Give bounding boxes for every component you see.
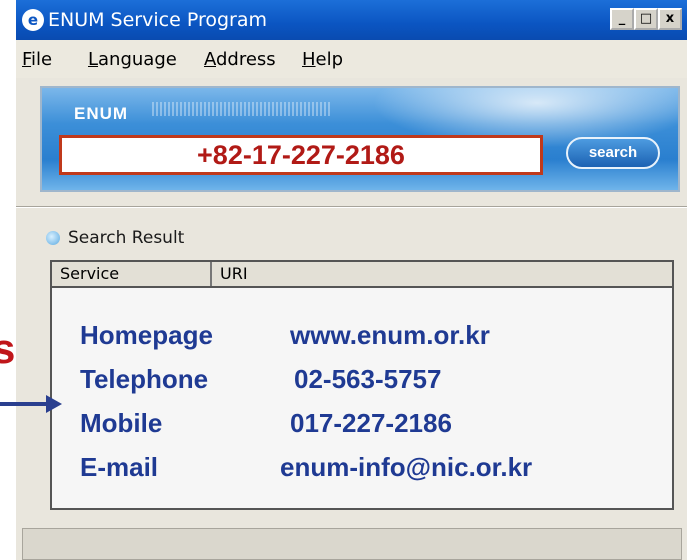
- result-list-header: Service URI: [50, 260, 674, 288]
- service-uri: www.enum.or.kr: [290, 320, 490, 350]
- search-result-title: Search Result: [46, 228, 184, 248]
- title-bar[interactable]: e ENUM Service Program _ □ x: [16, 0, 687, 40]
- list-item[interactable]: Telephone 02-563-5757: [80, 364, 441, 395]
- result-list[interactable]: Homepage www.enum.or.kr Telephone 02-563…: [50, 288, 674, 510]
- column-header-service[interactable]: Service: [52, 262, 212, 286]
- service-uri: 017-227-2186: [290, 408, 452, 438]
- search-banner: ENUM +82-17-227-2186 search: [40, 86, 680, 192]
- service-uri: 02-563-5757: [294, 364, 442, 394]
- menu-language[interactable]: Language: [88, 49, 177, 70]
- menu-file[interactable]: File: [22, 49, 52, 70]
- minimize-button[interactable]: _: [610, 8, 634, 30]
- search-button[interactable]: search: [566, 137, 660, 169]
- list-item[interactable]: E-mail enum-info@nic.or.kr: [80, 452, 532, 483]
- column-header-uri[interactable]: URI: [220, 262, 248, 283]
- service-name: Homepage: [80, 320, 213, 350]
- list-item[interactable]: Homepage www.enum.or.kr: [80, 320, 490, 351]
- maximize-button[interactable]: □: [634, 8, 658, 30]
- enum-label: ENUM: [74, 104, 129, 123]
- menu-bar: File Language Address Help: [16, 40, 687, 78]
- arrow-right-icon: [0, 395, 62, 413]
- status-bar: [22, 528, 682, 560]
- close-button[interactable]: x: [658, 8, 682, 30]
- menu-help[interactable]: Help: [302, 49, 343, 70]
- app-icon: e: [22, 9, 44, 31]
- bullet-icon: [46, 231, 60, 245]
- enum-service-window: e ENUM Service Program _ □ x File Langua…: [14, 0, 687, 560]
- service-name: Telephone: [80, 364, 209, 394]
- window-title: ENUM Service Program: [48, 9, 267, 31]
- divider: [16, 206, 687, 208]
- list-item[interactable]: Mobile 017-227-2186: [80, 408, 452, 439]
- menu-address[interactable]: Address: [204, 49, 276, 70]
- service-name: Mobile: [80, 408, 163, 438]
- service-name: E-mail: [80, 452, 159, 482]
- partial-side-text: s: [0, 325, 16, 372]
- service-uri: enum-info@nic.or.kr: [280, 452, 533, 482]
- number-input[interactable]: +82-17-227-2186: [59, 135, 543, 175]
